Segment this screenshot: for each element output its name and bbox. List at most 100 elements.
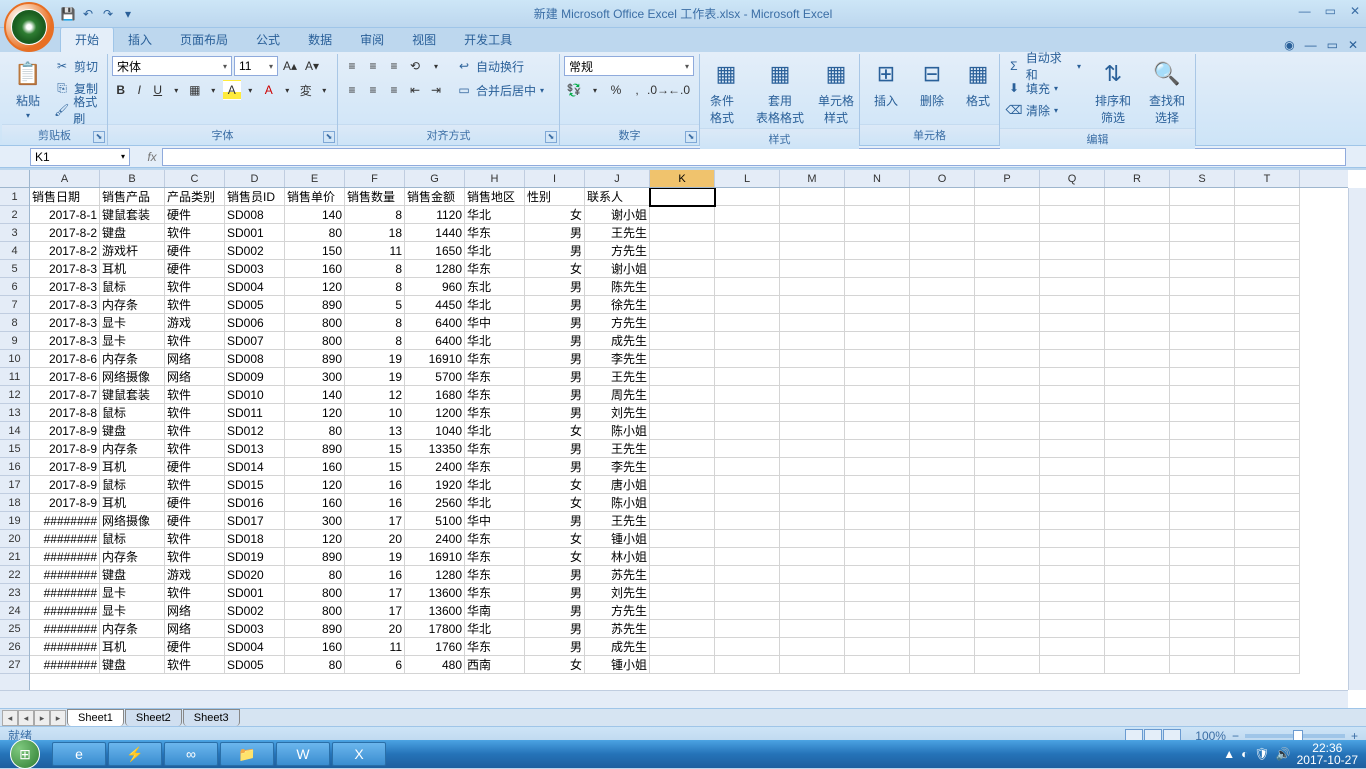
cell[interactable]: 华中 bbox=[465, 314, 525, 332]
cell[interactable]: 890 bbox=[285, 548, 345, 566]
cell[interactable]: 内存条 bbox=[100, 296, 165, 314]
cell[interactable] bbox=[910, 566, 975, 584]
cell[interactable] bbox=[780, 296, 845, 314]
col-header-D[interactable]: D bbox=[225, 170, 285, 187]
cell[interactable] bbox=[650, 656, 715, 674]
cell[interactable]: 480 bbox=[405, 656, 465, 674]
cell[interactable] bbox=[975, 548, 1040, 566]
cell[interactable]: SD010 bbox=[225, 386, 285, 404]
cell[interactable]: 160 bbox=[285, 494, 345, 512]
ribbon-restore-icon[interactable]: ▭ bbox=[1327, 38, 1338, 52]
col-header-H[interactable]: H bbox=[465, 170, 525, 187]
cell[interactable] bbox=[650, 314, 715, 332]
cell[interactable]: 2017-8-1 bbox=[30, 206, 100, 224]
cell[interactable] bbox=[845, 314, 910, 332]
cell[interactable]: 17 bbox=[345, 512, 405, 530]
cell[interactable]: 男 bbox=[525, 278, 585, 296]
cell[interactable] bbox=[780, 530, 845, 548]
cell[interactable] bbox=[1105, 224, 1170, 242]
cell[interactable]: 2017-8-9 bbox=[30, 422, 100, 440]
cell[interactable]: 4450 bbox=[405, 296, 465, 314]
cell[interactable]: 软件 bbox=[165, 476, 225, 494]
font-launcher[interactable]: ⬊ bbox=[323, 131, 335, 143]
cell[interactable] bbox=[715, 458, 780, 476]
tab-insert[interactable]: 插入 bbox=[114, 27, 166, 52]
cell[interactable] bbox=[1105, 260, 1170, 278]
cell[interactable] bbox=[780, 602, 845, 620]
cell[interactable]: 硬件 bbox=[165, 638, 225, 656]
cell[interactable] bbox=[780, 206, 845, 224]
cell[interactable]: 13350 bbox=[405, 440, 465, 458]
cell[interactable]: 华东 bbox=[465, 386, 525, 404]
italic-button[interactable]: I bbox=[131, 80, 149, 100]
row-header-6[interactable]: 6 bbox=[0, 278, 29, 296]
tab-home[interactable]: 开始 bbox=[60, 26, 114, 52]
cell[interactable] bbox=[910, 602, 975, 620]
cell[interactable] bbox=[780, 188, 845, 206]
cell[interactable]: 鼠标 bbox=[100, 404, 165, 422]
cell[interactable] bbox=[975, 278, 1040, 296]
cell[interactable] bbox=[1170, 404, 1235, 422]
cell[interactable] bbox=[780, 476, 845, 494]
cell[interactable] bbox=[910, 548, 975, 566]
cell[interactable] bbox=[1040, 404, 1105, 422]
cell[interactable] bbox=[715, 314, 780, 332]
cell[interactable] bbox=[910, 386, 975, 404]
cell[interactable]: 800 bbox=[285, 602, 345, 620]
cell[interactable]: 耳机 bbox=[100, 458, 165, 476]
cell[interactable]: 2017-8-6 bbox=[30, 350, 100, 368]
cell[interactable]: 华东 bbox=[465, 350, 525, 368]
cell[interactable]: 西南 bbox=[465, 656, 525, 674]
cell[interactable] bbox=[1170, 260, 1235, 278]
fill-button[interactable]: ⬇填充▾ bbox=[1004, 78, 1083, 98]
orientation-icon[interactable]: ⟲ bbox=[405, 56, 425, 76]
taskbar-app-ie[interactable]: e bbox=[52, 742, 106, 766]
cell[interactable]: 8 bbox=[345, 260, 405, 278]
cell[interactable]: 男 bbox=[525, 620, 585, 638]
cell[interactable] bbox=[780, 566, 845, 584]
cell[interactable]: 性别 bbox=[525, 188, 585, 206]
cell[interactable]: 960 bbox=[405, 278, 465, 296]
cell[interactable]: 网络摄像 bbox=[100, 512, 165, 530]
cell[interactable]: 鼠标 bbox=[100, 278, 165, 296]
row-header-2[interactable]: 2 bbox=[0, 206, 29, 224]
cell[interactable] bbox=[1235, 440, 1300, 458]
fx-icon[interactable]: fx bbox=[142, 150, 162, 164]
cell[interactable]: 1440 bbox=[405, 224, 465, 242]
cell[interactable]: SD006 bbox=[225, 314, 285, 332]
indent-dec-icon[interactable]: ⇤ bbox=[405, 80, 425, 100]
cell[interactable]: 软件 bbox=[165, 548, 225, 566]
cell[interactable] bbox=[1235, 566, 1300, 584]
col-header-E[interactable]: E bbox=[285, 170, 345, 187]
cell[interactable]: 李先生 bbox=[585, 350, 650, 368]
cell[interactable] bbox=[975, 206, 1040, 224]
cell[interactable] bbox=[845, 368, 910, 386]
cell[interactable]: 显卡 bbox=[100, 332, 165, 350]
cell[interactable]: SD001 bbox=[225, 224, 285, 242]
cell[interactable]: 男 bbox=[525, 332, 585, 350]
cell[interactable] bbox=[1235, 206, 1300, 224]
cell[interactable] bbox=[1105, 584, 1170, 602]
cell[interactable]: SD004 bbox=[225, 278, 285, 296]
cell[interactable]: 女 bbox=[525, 422, 585, 440]
cell[interactable] bbox=[975, 638, 1040, 656]
cell[interactable] bbox=[1170, 314, 1235, 332]
cell[interactable] bbox=[1040, 332, 1105, 350]
autosum-_button[interactable]: Σ自动求和▾ bbox=[1004, 56, 1083, 76]
cell[interactable] bbox=[1170, 332, 1235, 350]
clock[interactable]: 22:36 2017-10-27 bbox=[1297, 742, 1358, 766]
cell[interactable] bbox=[1105, 602, 1170, 620]
cell[interactable]: 800 bbox=[285, 314, 345, 332]
cell[interactable]: 网络 bbox=[165, 350, 225, 368]
cell[interactable] bbox=[975, 656, 1040, 674]
col-header-O[interactable]: O bbox=[910, 170, 975, 187]
row-header-23[interactable]: 23 bbox=[0, 584, 29, 602]
cell[interactable] bbox=[1235, 368, 1300, 386]
tray-icon[interactable]: 🔊 bbox=[1276, 747, 1291, 761]
cell[interactable] bbox=[715, 638, 780, 656]
cell[interactable]: 19 bbox=[345, 350, 405, 368]
cell[interactable]: 16910 bbox=[405, 350, 465, 368]
cell[interactable]: 周先生 bbox=[585, 386, 650, 404]
cell[interactable]: 2400 bbox=[405, 458, 465, 476]
cell[interactable]: 联系人 bbox=[585, 188, 650, 206]
